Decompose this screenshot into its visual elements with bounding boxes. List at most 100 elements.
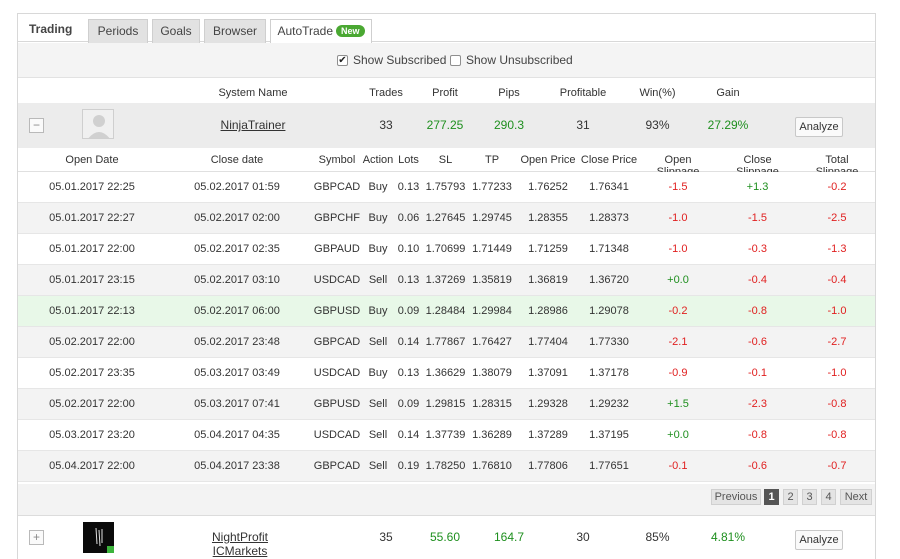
show-unsubscribed-checkbox[interactable]: Show Unsubscribed bbox=[450, 53, 573, 67]
system-name-link[interactable]: NinjaTrainer bbox=[198, 118, 308, 132]
cell-symbol: GBPCAD bbox=[313, 181, 361, 193]
header-win: Win(%) bbox=[639, 87, 676, 99]
cell-close-date: 05.03.2017 07:41 bbox=[194, 398, 280, 410]
cell-open-date: 05.02.2017 22:00 bbox=[49, 336, 135, 348]
header-pips: Pips bbox=[498, 87, 520, 99]
unchecked-box-icon bbox=[450, 54, 461, 66]
tab-periods[interactable]: Periods bbox=[88, 19, 148, 43]
tab-browser[interactable]: Browser bbox=[204, 19, 266, 43]
system-profit: 277.25 bbox=[426, 118, 464, 132]
cell-tp: 1.71449 bbox=[472, 243, 512, 255]
cell-close-slippage: +1.3 bbox=[746, 181, 769, 193]
cell-open-slippage: -0.9 bbox=[668, 367, 688, 379]
cell-open-slippage: +1.5 bbox=[667, 398, 689, 410]
header-close-price: Close Price bbox=[580, 154, 638, 166]
analyze-button[interactable]: Analyze bbox=[795, 530, 843, 550]
cell-lots: 0.06 bbox=[397, 212, 420, 224]
cell-sl: 1.37739 bbox=[425, 429, 466, 441]
cell-close-date: 05.04.2017 04:35 bbox=[194, 429, 280, 441]
table-row: 05.01.2017 23:15 05.02.2017 03:10 USDCAD Se… bbox=[18, 265, 875, 296]
cell-symbol: GBPUSD bbox=[313, 398, 361, 410]
analyze-button[interactable]: Analyze bbox=[795, 117, 843, 137]
cell-total-slippage: -0.8 bbox=[827, 398, 847, 410]
header-sl: SL bbox=[438, 154, 453, 166]
tab-goals[interactable]: Goals bbox=[152, 19, 200, 43]
cell-symbol: GBPCAD bbox=[313, 336, 361, 348]
cell-sl: 1.29815 bbox=[425, 398, 466, 410]
header-profitable: Profitable bbox=[559, 87, 607, 99]
cell-close-date: 05.02.2017 02:00 bbox=[194, 212, 280, 224]
cell-close-slippage: -0.6 bbox=[748, 460, 767, 472]
cell-close-slippage: -0.3 bbox=[748, 243, 767, 255]
cell-close-price: 1.77651 bbox=[589, 460, 629, 472]
table-row: 05.01.2017 22:25 05.02.2017 01:59 GBPCAD Bu… bbox=[18, 172, 875, 203]
system-win: 93% bbox=[645, 118, 670, 132]
show-subscribed-checkbox[interactable]: ✔ Show Subscribed bbox=[337, 53, 446, 67]
cell-lots: 0.14 bbox=[397, 336, 420, 348]
cell-action: Buy bbox=[368, 243, 388, 255]
pagination: Previous 1 2 3 4 Next bbox=[18, 484, 875, 515]
system-pips: 290.3 bbox=[493, 118, 525, 132]
cell-close-slippage: -1.5 bbox=[748, 212, 767, 224]
tab-bar: Trading Periods Goals Browser AutoTrade N… bbox=[18, 14, 875, 44]
cell-total-slippage: -0.4 bbox=[827, 274, 847, 286]
cell-action: Sell bbox=[368, 274, 388, 286]
cell-total-slippage: -0.8 bbox=[827, 429, 847, 441]
header-lots: Lots bbox=[398, 154, 419, 166]
cell-lots: 0.13 bbox=[397, 274, 420, 286]
system-profitable: 30 bbox=[576, 530, 590, 544]
table-row: 05.01.2017 22:27 05.02.2017 02:00 GBPCHF Bu… bbox=[18, 203, 875, 234]
cell-close-date: 05.04.2017 23:38 bbox=[194, 460, 280, 472]
cell-close-slippage: -0.6 bbox=[748, 336, 767, 348]
cell-close-price: 1.36720 bbox=[589, 274, 629, 286]
cell-close-date: 05.02.2017 03:10 bbox=[194, 274, 280, 286]
cell-open-date: 05.01.2017 22:00 bbox=[49, 243, 135, 255]
cell-symbol: GBPUSD bbox=[313, 305, 361, 317]
cell-lots: 0.09 bbox=[397, 305, 420, 317]
header-symbol: Symbol bbox=[318, 154, 356, 166]
cell-total-slippage: -0.7 bbox=[827, 460, 847, 472]
cell-symbol: USDCAD bbox=[313, 367, 361, 379]
page-2-button[interactable]: 2 bbox=[783, 489, 798, 505]
cell-symbol: GBPAUD bbox=[314, 243, 360, 255]
show-unsubscribed-label: Show Unsubscribed bbox=[466, 53, 573, 67]
plus-icon[interactable]: + bbox=[29, 530, 44, 545]
cell-tp: 1.29745 bbox=[472, 212, 512, 224]
system-logo-icon bbox=[83, 522, 114, 553]
cell-total-slippage: -1.0 bbox=[827, 305, 847, 317]
cell-open-price: 1.28355 bbox=[528, 212, 568, 224]
cell-action: Buy bbox=[368, 367, 388, 379]
system-name-link[interactable]: NightProfit ICMarkets bbox=[184, 530, 296, 558]
header-system-name: System Name bbox=[218, 87, 288, 99]
minus-icon[interactable]: − bbox=[29, 118, 44, 133]
header-gain: Gain bbox=[716, 87, 740, 99]
cell-open-date: 05.04.2017 22:00 bbox=[49, 460, 135, 472]
cell-action: Buy bbox=[368, 181, 388, 193]
cell-sl: 1.36629 bbox=[425, 367, 466, 379]
previous-button[interactable]: Previous bbox=[711, 489, 761, 505]
cell-close-price: 1.76341 bbox=[589, 181, 629, 193]
cell-close-date: 05.02.2017 23:48 bbox=[194, 336, 280, 348]
cell-close-price: 1.29232 bbox=[589, 398, 629, 410]
cell-action: Buy bbox=[368, 212, 388, 224]
next-button[interactable]: Next bbox=[840, 489, 872, 505]
table-row: 05.02.2017 22:00 05.03.2017 07:41 GBPUSD Se… bbox=[18, 389, 875, 420]
system-trades: 33 bbox=[379, 118, 393, 132]
cell-sl: 1.37269 bbox=[425, 274, 466, 286]
cell-tp: 1.28315 bbox=[472, 398, 512, 410]
page-1-button[interactable]: 1 bbox=[764, 489, 779, 505]
page-4-button[interactable]: 4 bbox=[821, 489, 836, 505]
page-3-button[interactable]: 3 bbox=[802, 489, 817, 505]
cell-total-slippage: -1.0 bbox=[827, 367, 847, 379]
cell-open-date: 05.01.2017 23:15 bbox=[49, 274, 135, 286]
cell-action: Sell bbox=[368, 336, 388, 348]
cell-total-slippage: -2.7 bbox=[827, 336, 847, 348]
cell-symbol: USDCAD bbox=[313, 429, 361, 441]
table-row: 05.03.2017 23:20 05.04.2017 04:35 USDCAD Se… bbox=[18, 420, 875, 451]
table-row: 05.01.2017 22:13 05.02.2017 06:00 GBPUSD Bu… bbox=[18, 296, 875, 327]
tab-autotrade[interactable]: AutoTrade New bbox=[270, 19, 372, 44]
table-row: 05.04.2017 22:00 05.04.2017 23:38 GBPCAD Se… bbox=[18, 451, 875, 482]
cell-close-slippage: -0.8 bbox=[748, 305, 767, 317]
system-trades: 35 bbox=[379, 530, 393, 544]
cell-open-date: 05.01.2017 22:27 bbox=[49, 212, 135, 224]
